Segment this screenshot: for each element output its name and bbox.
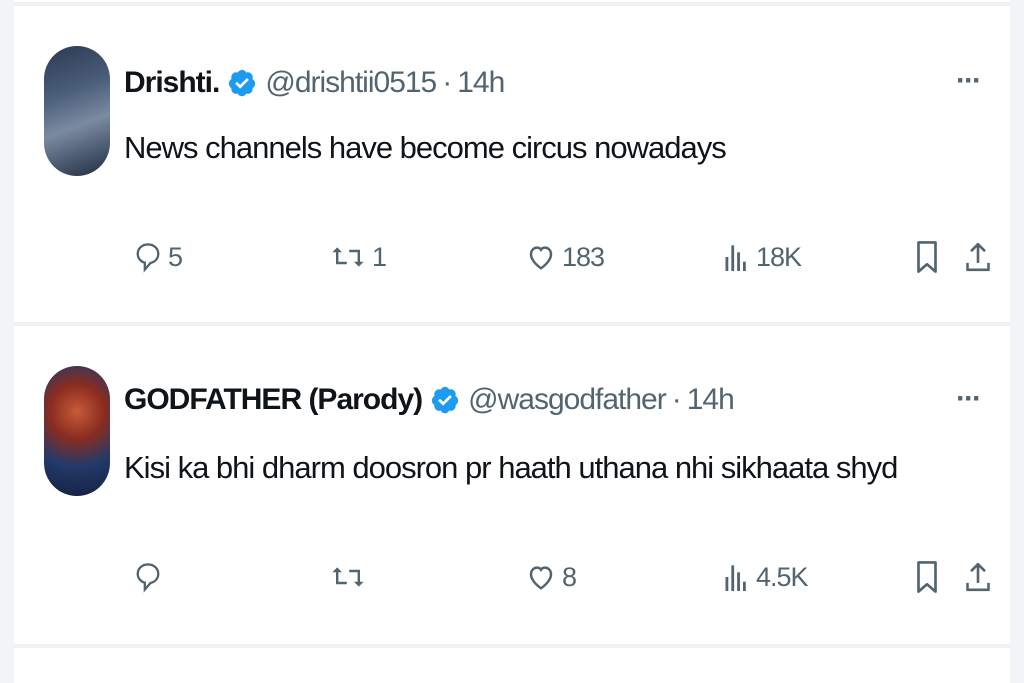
like-icon bbox=[529, 566, 553, 590]
display-name[interactable]: GODFATHER (Parody) bbox=[124, 383, 423, 417]
action-bar: 8 4.5K bbox=[124, 552, 990, 602]
like-count: 183 bbox=[562, 241, 605, 272]
repost-icon bbox=[332, 567, 364, 587]
divider bbox=[14, 644, 1010, 648]
display-name[interactable]: Drishti. bbox=[124, 66, 220, 100]
avatar[interactable] bbox=[44, 46, 110, 176]
like-button[interactable]: 8 bbox=[526, 552, 577, 602]
tweet-text: News channels have become circus nowaday… bbox=[124, 130, 727, 165]
views-button[interactable]: 18K bbox=[722, 232, 802, 282]
tweet-feed-screenshot: Drishti. @drishtii0515 · 14h ··· News ch… bbox=[0, 0, 1024, 683]
share-icon bbox=[966, 562, 990, 592]
avatar[interactable] bbox=[44, 366, 110, 496]
like-button[interactable]: 183 bbox=[526, 232, 605, 282]
repost-count: 1 bbox=[372, 241, 387, 272]
verified-badge-icon bbox=[229, 69, 256, 97]
more-icon[interactable]: ··· bbox=[956, 382, 982, 416]
like-count: 8 bbox=[562, 561, 577, 592]
timestamp[interactable]: 14h bbox=[457, 66, 505, 100]
like-icon bbox=[529, 246, 553, 270]
action-bar: 5 1 183 18K bbox=[124, 232, 990, 282]
bookmark-icon bbox=[917, 561, 937, 593]
user-handle[interactable]: @wasgodfather bbox=[468, 383, 667, 417]
view-count: 4.5K bbox=[756, 561, 809, 592]
reply-count: 5 bbox=[168, 241, 183, 272]
bookmark-button[interactable] bbox=[914, 232, 940, 282]
verified-badge-icon bbox=[432, 386, 459, 414]
left-gutter bbox=[0, 0, 14, 683]
separator-dot: · bbox=[671, 383, 682, 416]
share-button[interactable] bbox=[964, 552, 992, 602]
views-icon bbox=[725, 565, 746, 591]
reply-button[interactable] bbox=[134, 552, 168, 602]
repost-button[interactable] bbox=[330, 552, 372, 602]
bookmark-button[interactable] bbox=[914, 552, 940, 602]
tweet-card[interactable]: GODFATHER (Parody) @wasgodfather · 14h ·… bbox=[14, 326, 1010, 642]
tweet-text: Kisi ka bhi dharm doosron pr haath uthan… bbox=[124, 450, 898, 485]
share-icon bbox=[966, 242, 990, 272]
right-gutter bbox=[1010, 0, 1024, 683]
tweet-card[interactable]: Drishti. @drishtii0515 · 14h ··· News ch… bbox=[14, 6, 1010, 320]
separator-dot: · bbox=[442, 66, 452, 99]
tweet-header: Drishti. @drishtii0515 · 14h bbox=[124, 60, 505, 106]
repost-button[interactable]: 1 bbox=[330, 232, 387, 282]
timestamp[interactable]: 14h bbox=[687, 383, 735, 417]
bookmark-icon bbox=[917, 241, 937, 273]
more-icon[interactable]: ··· bbox=[956, 64, 982, 98]
tweet-header: GODFATHER (Parody) @wasgodfather · 14h bbox=[124, 377, 735, 423]
reply-button[interactable]: 5 bbox=[134, 232, 183, 282]
views-button[interactable]: 4.5K bbox=[722, 552, 809, 602]
user-handle[interactable]: @drishtii0515 bbox=[265, 66, 437, 100]
reply-icon bbox=[136, 563, 160, 593]
views-icon bbox=[725, 245, 746, 271]
reply-icon bbox=[136, 243, 160, 273]
share-button[interactable] bbox=[964, 232, 992, 282]
repost-icon bbox=[332, 247, 364, 267]
view-count: 18K bbox=[756, 241, 802, 272]
